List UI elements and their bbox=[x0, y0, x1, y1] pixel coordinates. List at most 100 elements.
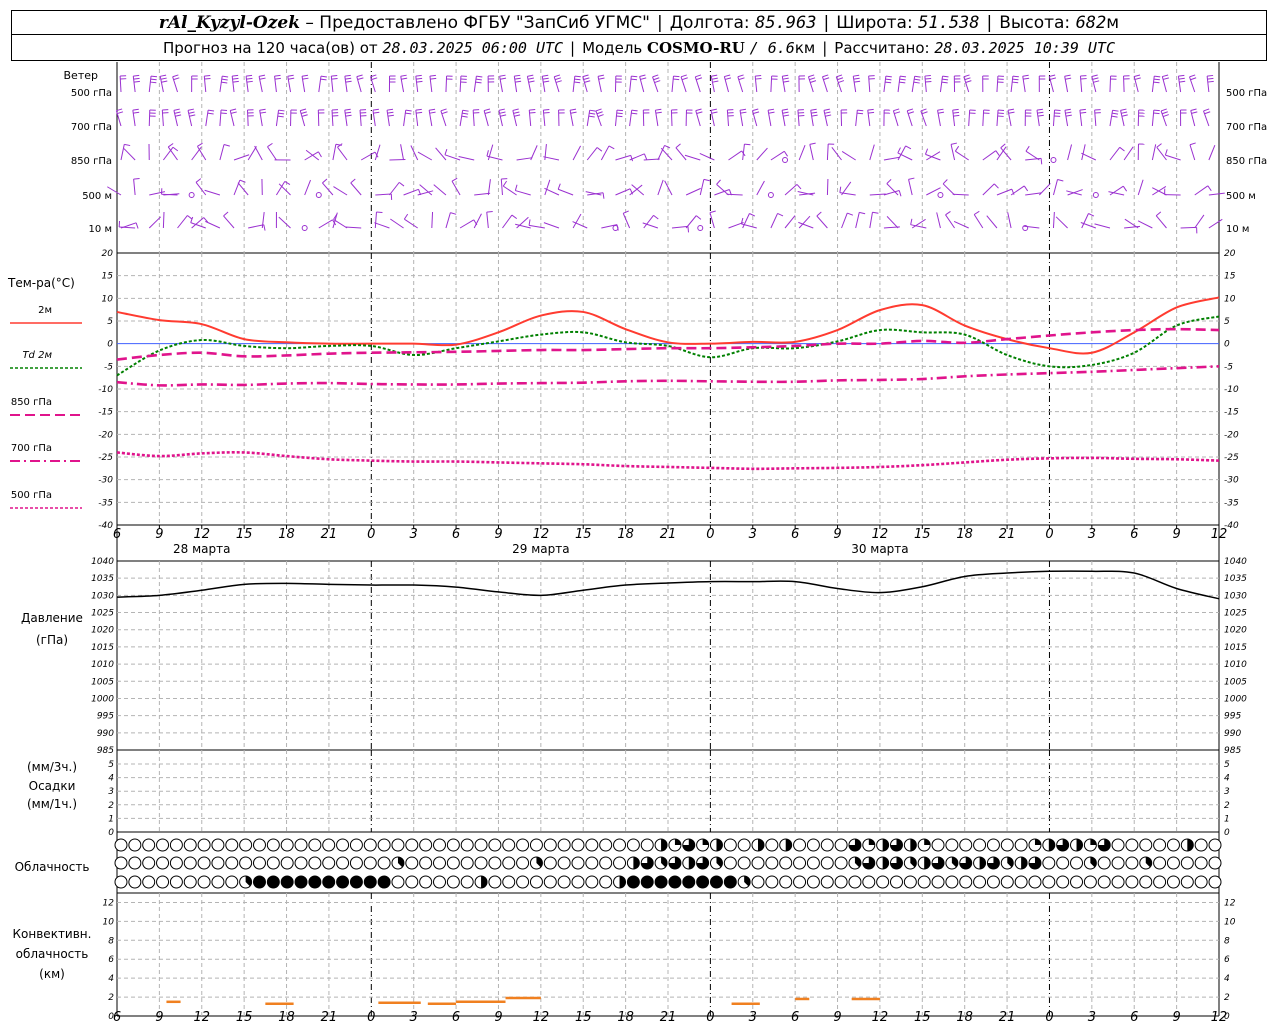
wind-barb bbox=[868, 76, 871, 93]
wind-barb-feather bbox=[514, 77, 521, 80]
cloud-cover-symbol bbox=[377, 875, 391, 889]
wind-barb-feather bbox=[782, 74, 789, 77]
temp-tick-left: -40 bbox=[98, 521, 113, 531]
cloud-cover-symbol bbox=[225, 856, 239, 870]
cloud-cover-fill bbox=[633, 857, 640, 869]
cloud-cover-symbol bbox=[1028, 875, 1042, 889]
wind-barb-feather bbox=[596, 111, 603, 115]
cloud-cover-symbol bbox=[1125, 838, 1139, 852]
wind-barb-feather bbox=[588, 115, 595, 118]
cloud-cover-symbol bbox=[737, 856, 751, 870]
wind-barb-feather bbox=[543, 111, 550, 114]
wind-barb bbox=[1038, 183, 1051, 196]
calm-circle bbox=[1092, 192, 1099, 198]
hour-label-bottom: 15 bbox=[914, 1010, 931, 1024]
wind-barb-feather bbox=[172, 74, 179, 78]
wind-barb-feather bbox=[187, 108, 194, 111]
cloud-cover-symbol bbox=[308, 856, 322, 870]
cloud-cover-symbol bbox=[405, 856, 419, 870]
wind-barb-feather bbox=[301, 74, 309, 77]
wind-barb bbox=[389, 182, 400, 196]
wind-barb bbox=[908, 179, 913, 196]
wind-barb bbox=[203, 76, 207, 93]
wind-barb bbox=[1007, 212, 1012, 229]
wind-barb-feather bbox=[574, 78, 581, 81]
wind-barb-feather bbox=[574, 81, 581, 84]
wind-barb-feather bbox=[345, 114, 352, 117]
pressure-tick-left: 1025 bbox=[91, 609, 114, 619]
cloud-cover-symbol bbox=[460, 875, 474, 889]
wind-barb-feather bbox=[515, 80, 522, 83]
wind-barb bbox=[445, 212, 451, 229]
cloud-cover-symbol bbox=[169, 856, 183, 870]
wind-barb bbox=[784, 215, 796, 229]
wind-barb bbox=[797, 110, 800, 127]
calm-circle bbox=[1050, 157, 1057, 163]
cloud-cover-symbol bbox=[557, 838, 571, 852]
cloud-cover-symbol bbox=[1153, 856, 1167, 870]
cloud-cover-symbol bbox=[183, 838, 197, 852]
wind-barb-feather bbox=[853, 77, 860, 80]
wind-barb-feather bbox=[1153, 78, 1160, 81]
wind-barb bbox=[986, 215, 998, 229]
cloud-cover-symbol bbox=[1070, 875, 1084, 889]
wind-barb-feather bbox=[302, 77, 309, 80]
hour-label-top: 9 bbox=[1172, 527, 1180, 542]
wind-barb-feather bbox=[350, 178, 356, 184]
hour-label-top: 6 bbox=[113, 527, 121, 542]
wind-barb-feather bbox=[232, 74, 239, 77]
wind-barb bbox=[614, 110, 618, 127]
wind-barb bbox=[726, 193, 743, 196]
wind-barb bbox=[123, 148, 136, 161]
wind-barb bbox=[1165, 154, 1181, 161]
hour-label-top: 12 bbox=[193, 527, 210, 542]
hour-label-top: 6 bbox=[791, 527, 799, 542]
cloud-cover-symbol bbox=[294, 838, 308, 852]
hour-label-bottom: 9 bbox=[494, 1010, 502, 1024]
wind-barb-feather bbox=[529, 112, 536, 114]
pressure-tick-left: 995 bbox=[97, 712, 114, 722]
cloud-cover-symbol bbox=[156, 875, 170, 889]
wind-barb-feather bbox=[357, 77, 364, 80]
wind-barb-feather bbox=[356, 74, 363, 78]
wind-barb-feather bbox=[300, 111, 307, 114]
wind-barb-feather bbox=[796, 184, 802, 190]
wind-barb-feather bbox=[653, 77, 660, 81]
wind-barb-feather bbox=[317, 151, 322, 158]
cloud-cover-symbol bbox=[848, 875, 862, 889]
wind-barb-feather bbox=[267, 142, 273, 148]
wind-barb-feather bbox=[500, 114, 507, 117]
cloud-cover-symbol bbox=[1194, 838, 1208, 852]
wind-barb-feather bbox=[175, 114, 182, 117]
wind-barb-feather bbox=[710, 108, 717, 111]
wind-barb bbox=[237, 182, 249, 196]
wind-barb-feather bbox=[499, 111, 506, 114]
cloud-cover-symbol bbox=[322, 856, 336, 870]
wind-barb-feather bbox=[461, 115, 468, 118]
wind-barb-feather bbox=[810, 108, 817, 111]
wind-barb bbox=[615, 154, 631, 161]
wind-barb-feather bbox=[602, 192, 605, 199]
wind-barb bbox=[657, 145, 665, 161]
wind-barb-feather bbox=[1207, 74, 1214, 77]
wind-barb bbox=[219, 110, 222, 127]
cloud-cover-symbol bbox=[1180, 856, 1194, 870]
wind-barb bbox=[167, 146, 178, 161]
cloud-cover-symbol bbox=[1194, 856, 1208, 870]
conv-tick-left: 12 bbox=[103, 898, 115, 908]
wind-barb-feather bbox=[387, 111, 394, 114]
cloud-cover-symbol bbox=[571, 875, 585, 889]
wind-barb-feather bbox=[755, 77, 762, 80]
cloud-cover-symbol bbox=[723, 856, 737, 870]
wind-barb bbox=[318, 76, 322, 93]
wind-barb-feather bbox=[781, 108, 789, 111]
cloud-cover-symbol bbox=[640, 875, 654, 889]
cloud-cover-fill bbox=[1187, 839, 1194, 851]
cloud-cover-symbol bbox=[737, 838, 751, 852]
wind-barb bbox=[543, 222, 560, 229]
cloud-cover-symbol bbox=[599, 856, 613, 870]
cloud-cover-symbol bbox=[723, 838, 737, 852]
wind-barb-feather bbox=[416, 80, 423, 83]
temp-tick-right: -5 bbox=[1224, 362, 1233, 372]
wind-barb-feather bbox=[1065, 111, 1072, 114]
